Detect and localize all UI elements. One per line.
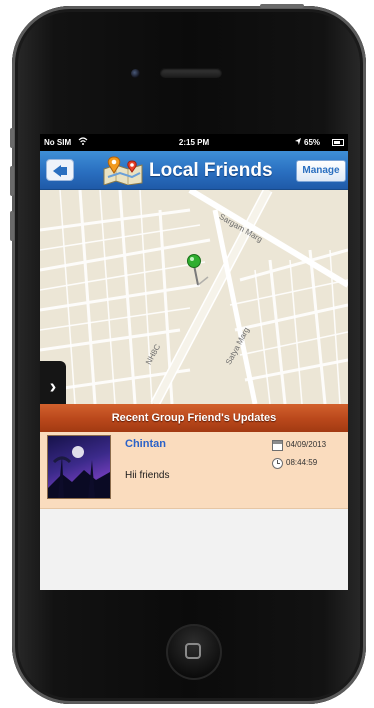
battery-percent: 65% [304, 138, 321, 147]
volume-up-button [10, 166, 14, 196]
power-button [260, 4, 304, 8]
update-time: 08:44:59 [286, 458, 318, 467]
app-screen: No SIM 2:15 PM 65% Local Friends Manage [40, 134, 348, 590]
location-arrow-icon [294, 137, 302, 148]
map-pin-icon [103, 156, 143, 185]
friend-message: Hii friends [125, 470, 170, 481]
calendar-icon [272, 440, 283, 451]
map-roads [40, 190, 348, 404]
chevron-right-icon: › [49, 376, 57, 398]
status-bar: No SIM 2:15 PM 65% [40, 134, 348, 151]
mute-switch [10, 128, 14, 148]
earpiece-speaker [160, 68, 222, 78]
back-button[interactable] [46, 159, 74, 181]
battery-icon [332, 139, 344, 146]
friend-name[interactable]: Chintan [125, 438, 166, 450]
update-date: 04/09/2013 [286, 440, 327, 449]
updates-header: Recent Group Friend's Updates [40, 404, 348, 432]
map-view[interactable]: Sargam Marg NH8C Satya Marg [40, 190, 348, 404]
front-camera [131, 69, 140, 78]
clock-icon [272, 458, 283, 469]
list-item[interactable]: Chintan Hii friends 04/09/2013 08:44:59 [40, 432, 348, 509]
navigation-bar: Local Friends Manage [40, 151, 348, 190]
green-map-pin-icon [187, 254, 209, 286]
manage-button[interactable]: Manage [296, 160, 346, 182]
volume-down-button [10, 211, 14, 241]
home-square-icon [185, 643, 201, 659]
avatar [47, 435, 111, 499]
page-title: Local Friends [149, 160, 273, 181]
